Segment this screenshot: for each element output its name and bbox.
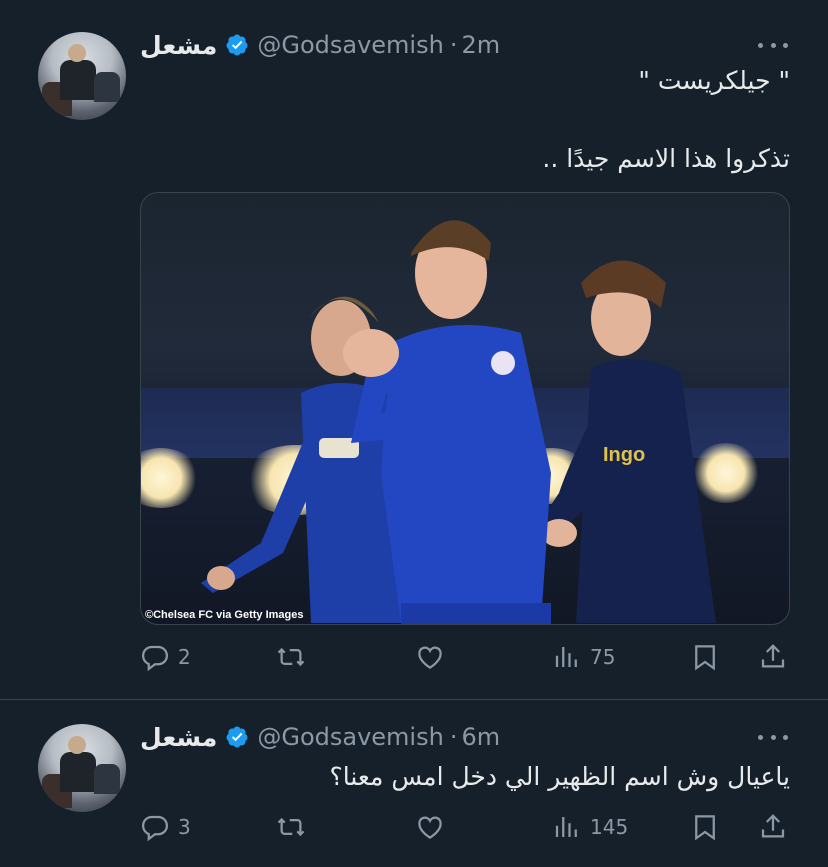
bookmark-icon: [695, 645, 715, 671]
more-icon[interactable]: [758, 732, 788, 742]
views-count: 75: [590, 645, 616, 669]
tweet-actions: 3 145: [140, 810, 790, 844]
like-button[interactable]: [415, 810, 453, 844]
share-button[interactable]: [758, 810, 788, 844]
tweet[interactable]: مشعل @Godsavemish · 6m ياعيال وش اسم الظ…: [0, 700, 828, 867]
views-count: 145: [590, 815, 629, 839]
author-handle[interactable]: @Godsavemish: [257, 31, 443, 59]
media-credit: ©Chelsea FC via Getty Images: [145, 609, 304, 621]
like-icon: [418, 646, 442, 669]
retweet-button[interactable]: [276, 640, 314, 674]
reply-button[interactable]: 3: [140, 810, 191, 844]
tweet-text-line: ياعيال وش اسم الظهير الي دخل امس معنا؟: [329, 762, 790, 791]
reply-count: 3: [178, 815, 191, 839]
tweet-time[interactable]: 2m: [461, 31, 500, 59]
reply-button[interactable]: 2: [140, 640, 191, 674]
tweet-photo[interactable]: Ingo ©Chelsea FC via Getty Images: [140, 192, 790, 625]
avatar[interactable]: [38, 32, 126, 120]
author-handle[interactable]: @Godsavemish: [257, 723, 443, 751]
like-button[interactable]: [415, 640, 453, 674]
bookmark-button[interactable]: [690, 810, 720, 844]
tweet-header: مشعل @Godsavemish · 6m: [140, 722, 500, 752]
views-button[interactable]: 145: [552, 810, 628, 844]
reply-count: 2: [178, 645, 191, 669]
views-icon: [555, 817, 577, 837]
tweet-text-line: " جيلكريست ": [638, 66, 790, 95]
reply-icon: [141, 645, 169, 672]
avatar[interactable]: [38, 724, 126, 812]
retweet-icon: [277, 647, 305, 667]
separator-dot: ·: [449, 31, 458, 59]
verified-icon: [226, 726, 248, 748]
tweet-time[interactable]: 6m: [461, 723, 500, 751]
author-name[interactable]: مشعل: [140, 723, 217, 752]
tweet-actions: 2 75: [140, 640, 790, 674]
verified-icon: [226, 34, 248, 56]
reply-icon: [141, 815, 169, 842]
players-illustration: Ingo: [201, 220, 716, 624]
tweet-text-line: تذكروا هذا الاسم جيدًا ..: [542, 144, 790, 173]
author-name[interactable]: مشعل: [140, 31, 217, 60]
retweet-button[interactable]: [276, 810, 314, 844]
more-icon[interactable]: [758, 40, 788, 50]
retweet-icon: [277, 817, 305, 837]
bookmark-icon: [695, 815, 715, 841]
views-button[interactable]: 75: [552, 640, 615, 674]
tweet[interactable]: مشعل @Godsavemish · 2m " جيلكريست " تذكر…: [0, 0, 828, 700]
share-button[interactable]: [758, 640, 788, 674]
share-icon: [761, 644, 785, 668]
tweet-header: مشعل @Godsavemish · 2m: [140, 30, 500, 60]
separator-dot: ·: [449, 723, 458, 751]
svg-text:Ingo: Ingo: [603, 444, 645, 466]
bookmark-button[interactable]: [690, 640, 720, 674]
views-icon: [555, 647, 577, 667]
like-icon: [418, 816, 442, 839]
share-icon: [761, 814, 785, 838]
